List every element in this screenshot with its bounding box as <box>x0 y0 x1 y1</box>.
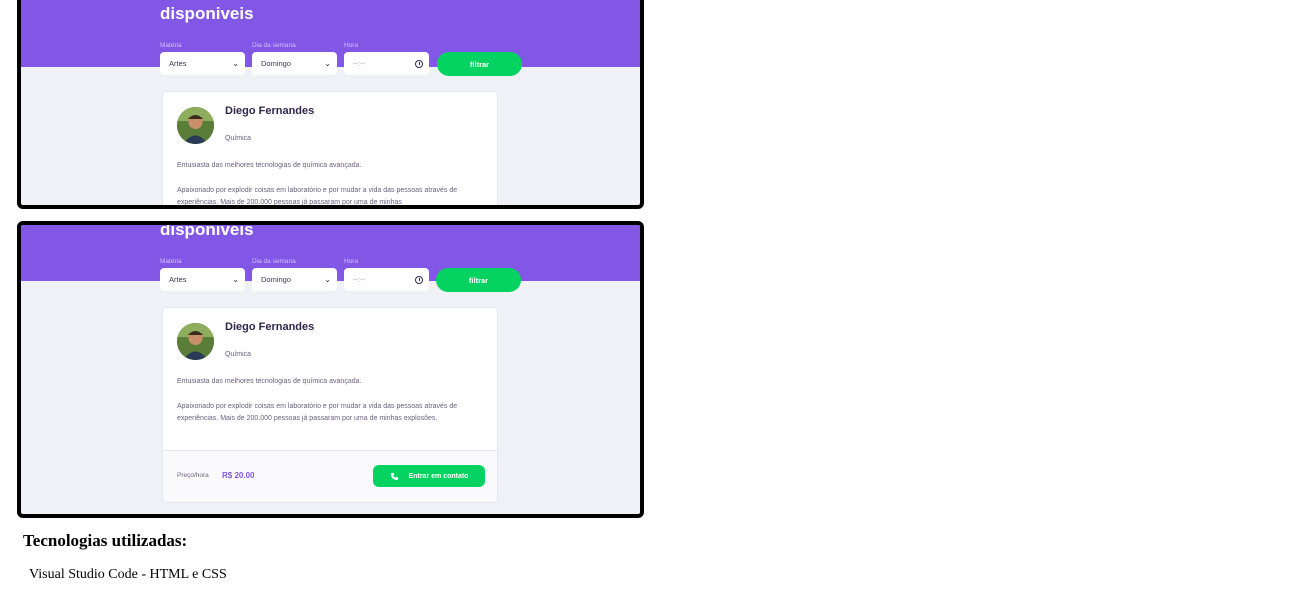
chevron-down-icon: ⌄ <box>324 59 331 68</box>
clock-icon <box>415 275 423 284</box>
teacher-subject: Química <box>225 351 252 358</box>
subject-label: Matéria <box>160 42 182 49</box>
contact-button-label: Entrar em contato <box>408 472 469 480</box>
technologies-item: Visual Studio Code - HTML e CSS <box>29 567 227 582</box>
teacher-card: Diego Fernandes Química Entusiasta das m… <box>162 307 498 503</box>
subject-select[interactable]: Artes ⌄ <box>160 268 245 291</box>
contact-button[interactable]: Entrar em contato <box>373 465 485 487</box>
technologies-heading: Tecnologias utilizadas: <box>23 531 188 550</box>
weekday-select[interactable]: Domingo ⌄ <box>252 268 337 291</box>
teacher-name: Diego Fernandes <box>225 321 315 333</box>
weekday-select[interactable]: Domingo ⌄ <box>252 52 337 75</box>
teacher-bio-intro: Entusiasta das melhores tecnologias de q… <box>177 162 362 169</box>
avatar <box>177 107 214 144</box>
teacher-bio-description: Apaixonado por explodir coisas em labora… <box>177 403 458 422</box>
weekday-label: Dia da semana <box>252 42 296 49</box>
filter-button[interactable]: filtrar <box>436 268 521 292</box>
avatar <box>177 323 214 360</box>
price-label: Preço/hora <box>177 472 209 479</box>
card-footer: Preço/hora R$ 20.00 Entrar em contato <box>163 450 497 502</box>
preview-screenshot-1: disponiveis Matéria Artes ⌄ Dia da seman… <box>17 0 644 209</box>
hero-title: disponiveis <box>160 4 254 23</box>
teacher-card: Diego Fernandes Química Entusiasta das m… <box>162 91 498 206</box>
time-input[interactable]: --:-- <box>344 52 429 75</box>
time-label: Hora <box>344 258 359 265</box>
subject-select[interactable]: Artes ⌄ <box>160 52 245 75</box>
preview-screenshot-2: disponiveis Matéria Artes ⌄ Dia da seman… <box>17 221 644 518</box>
subject-label: Matéria <box>160 258 182 265</box>
chevron-down-icon: ⌄ <box>232 275 239 284</box>
time-input[interactable]: --:-- <box>344 268 429 291</box>
time-label: Hora <box>344 42 359 49</box>
filter-button[interactable]: filtrar <box>437 52 522 76</box>
teacher-bio-intro: Entusiasta das melhores tecnologias de q… <box>177 378 362 385</box>
whatsapp-icon <box>390 472 398 480</box>
chevron-down-icon: ⌄ <box>324 275 331 284</box>
teacher-subject: Química <box>225 135 252 142</box>
price-value: R$ 20.00 <box>222 471 255 480</box>
hero-title: disponiveis <box>160 221 254 239</box>
weekday-label: Dia da semana <box>252 258 296 265</box>
teacher-name: Diego Fernandes <box>225 105 315 117</box>
chevron-down-icon: ⌄ <box>232 59 239 68</box>
teacher-bio-description: Apaixonado por explodir coisas em labora… <box>177 187 458 206</box>
clock-icon <box>415 59 423 68</box>
